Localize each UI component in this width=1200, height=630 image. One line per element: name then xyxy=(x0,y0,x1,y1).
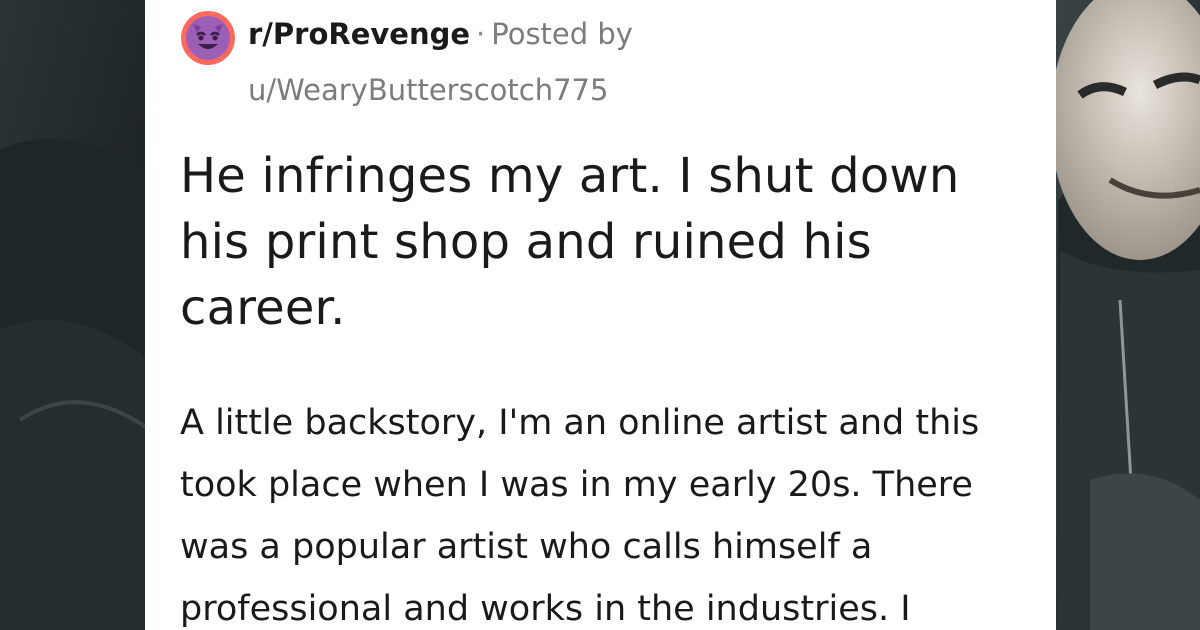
smiling-devil-icon[interactable] xyxy=(180,10,236,66)
post-meta: r/ProRevenge · Posted by xyxy=(248,14,633,54)
post-title[interactable]: He infringes my art. I shut down his pri… xyxy=(180,143,1040,341)
meta-separator: · xyxy=(476,17,486,51)
screenshot-stage: r/ProRevenge · Posted by u/WearyButterscot… xyxy=(0,0,1200,630)
post-header: r/ProRevenge · Posted by u/WearyButterscot… xyxy=(180,10,1040,110)
post-body: A little backstory, I'm an online artist… xyxy=(180,403,980,629)
posted-by-label: Posted by xyxy=(491,17,633,51)
subreddit-link[interactable]: r/ProRevenge xyxy=(248,17,470,51)
reddit-post-card: r/ProRevenge · Posted by u/WearyButterscot… xyxy=(145,0,1056,630)
username-link[interactable]: u/WearyButterscotch775 xyxy=(248,70,608,110)
